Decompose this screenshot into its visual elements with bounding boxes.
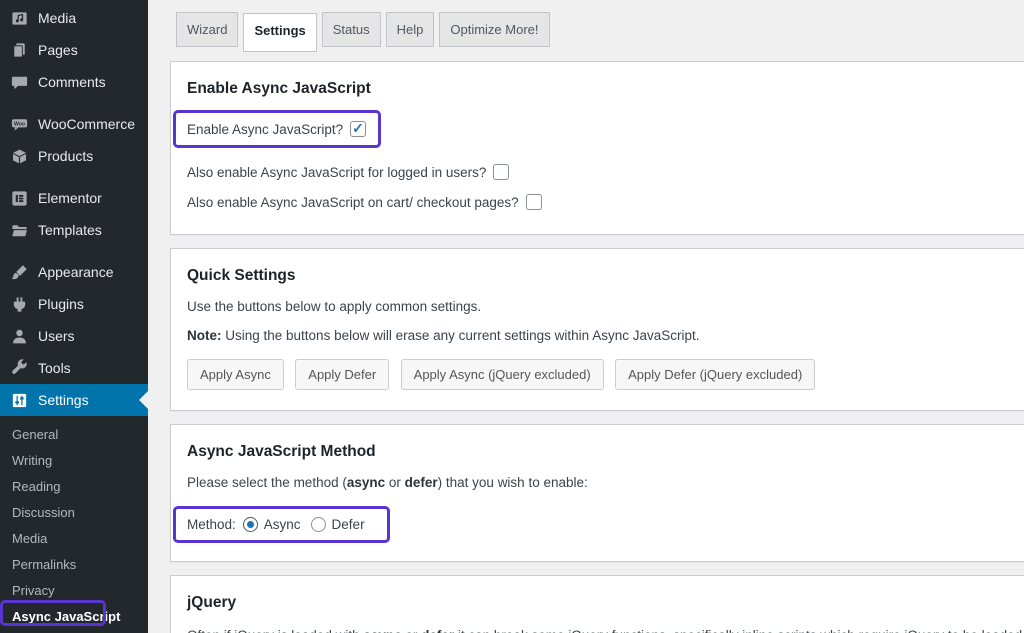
method-async-label: Async xyxy=(263,517,301,532)
apply-async-jquery-excluded-button[interactable]: Apply Async (jQuery excluded) xyxy=(400,359,604,390)
cart-checkout-row: Also enable Async JavaScript on cart/ ch… xyxy=(187,194,1024,210)
sidebar-item-label: Users xyxy=(38,328,75,344)
pages-icon xyxy=(9,40,29,60)
tools-wrench-icon xyxy=(9,358,29,378)
submenu-item-permalinks[interactable]: Permalinks xyxy=(0,551,148,577)
section-title: Enable Async JavaScript xyxy=(187,80,371,97)
tab-optimize-more[interactable]: Optimize More! xyxy=(439,12,550,47)
apply-defer-button[interactable]: Apply Defer xyxy=(295,359,390,390)
elementor-icon xyxy=(9,188,29,208)
submenu-item-reading[interactable]: Reading xyxy=(0,473,148,499)
section-title: Async JavaScript Method xyxy=(187,443,376,460)
annotation-box-enable: Enable Async JavaScript? xyxy=(173,110,382,148)
card-async-javascript-method: Async JavaScript Method Please select th… xyxy=(170,424,1024,562)
method-label: Method: xyxy=(187,517,236,532)
sidebar-item-label: Tools xyxy=(38,360,71,376)
sidebar-item-label: Pages xyxy=(38,42,78,58)
method-desc: Please select the method (async or defer… xyxy=(187,475,588,490)
submenu-item-label: General xyxy=(12,426,59,442)
submenu-item-general[interactable]: General xyxy=(0,421,148,447)
woocommerce-icon: Woo xyxy=(9,114,29,134)
sidebar-item-label: Products xyxy=(38,148,94,164)
sidebar-item-label: Settings xyxy=(38,392,89,408)
enable-async-checkbox[interactable] xyxy=(350,120,367,137)
sidebar-item-users[interactable]: Users xyxy=(0,320,148,352)
submenu-item-writing[interactable]: Writing xyxy=(0,447,148,473)
submenu-item-label: Async JavaScript xyxy=(12,608,121,624)
quick-settings-desc: Use the buttons below to apply common se… xyxy=(187,299,482,314)
sidebar-item-plugins[interactable]: Plugins xyxy=(0,288,148,320)
settings-sliders-icon xyxy=(9,390,29,410)
submenu-item-label: Media xyxy=(12,530,48,546)
card-enable-async-javascript: Enable Async JavaScript Enable Async Jav… xyxy=(170,61,1024,235)
main-content: Wizard Settings Status Help Optimize Mor… xyxy=(148,0,1024,633)
settings-submenu: General Writing Reading Discussion Media… xyxy=(0,416,148,629)
sidebar-item-pages[interactable]: Pages xyxy=(0,34,148,66)
sidebar-item-woocommerce[interactable]: Woo WooCommerce xyxy=(0,108,148,140)
plugins-plug-icon xyxy=(9,294,29,314)
admin-sidebar: Media Pages Comments Woo WooCommerce Pro… xyxy=(0,0,148,633)
method-defer-label: Defer xyxy=(331,517,365,532)
method-defer-radio[interactable] xyxy=(310,517,326,532)
comments-icon xyxy=(9,72,29,92)
submenu-item-label: Discussion xyxy=(12,504,75,520)
logged-in-users-label: Also enable Async JavaScript for logged … xyxy=(187,164,487,180)
card-jquery: jQuery Often if jQuery is loaded with as… xyxy=(170,575,1024,633)
submenu-item-label: Privacy xyxy=(12,582,55,598)
appearance-brush-icon xyxy=(9,262,29,282)
plugin-tab-bar: Wizard Settings Status Help Optimize Mor… xyxy=(176,12,1024,52)
sidebar-item-comments[interactable]: Comments xyxy=(0,66,148,98)
apply-defer-jquery-excluded-button[interactable]: Apply Defer (jQuery excluded) xyxy=(615,359,816,390)
sidebar-item-templates[interactable]: Templates xyxy=(0,214,148,246)
sidebar-item-label: Comments xyxy=(38,74,106,90)
logged-in-users-checkbox[interactable] xyxy=(493,164,510,180)
card-quick-settings: Quick Settings Use the buttons below to … xyxy=(170,248,1024,411)
users-person-icon xyxy=(9,326,29,346)
tab-help[interactable]: Help xyxy=(385,12,435,47)
jquery-text-line-1: Often if jQuery is loaded with async or … xyxy=(187,624,1024,633)
submenu-item-label: Writing xyxy=(12,452,53,468)
sidebar-item-label: WooCommerce xyxy=(38,116,135,132)
sidebar-item-elementor[interactable]: Elementor xyxy=(0,182,148,214)
sidebar-item-media[interactable]: Media xyxy=(0,2,148,34)
sidebar-item-products[interactable]: Products xyxy=(0,140,148,172)
sidebar-item-tools[interactable]: Tools xyxy=(0,352,148,384)
enable-async-label: Enable Async JavaScript? xyxy=(187,121,344,137)
submenu-item-async-javascript[interactable]: Async JavaScript xyxy=(0,600,148,629)
submenu-item-discussion[interactable]: Discussion xyxy=(0,499,148,525)
media-icon xyxy=(9,8,29,28)
sidebar-item-label: Media xyxy=(38,10,77,26)
jquery-paragraph: Often if jQuery is loaded with async or … xyxy=(187,624,1024,633)
section-title: jQuery xyxy=(187,594,237,611)
products-icon xyxy=(9,146,29,166)
tab-status[interactable]: Status xyxy=(321,12,381,47)
submenu-item-privacy[interactable]: Privacy xyxy=(0,577,148,603)
method-options: Async Defer xyxy=(242,517,375,532)
quick-settings-buttons: Apply Async Apply Defer Apply Async (jQu… xyxy=(187,359,1024,390)
cart-checkout-checkbox[interactable] xyxy=(525,194,542,210)
annotation-box-method: Method: Async Defer xyxy=(173,506,390,543)
quick-settings-note: Note: Using the buttons below will erase… xyxy=(187,328,700,343)
sidebar-item-label: Elementor xyxy=(38,190,102,206)
sidebar-item-appearance[interactable]: Appearance xyxy=(0,256,148,288)
submenu-item-label: Reading xyxy=(12,478,61,494)
templates-folder-icon xyxy=(9,220,29,240)
sidebar-item-label: Appearance xyxy=(38,264,114,280)
sidebar-item-label: Templates xyxy=(38,222,102,238)
submenu-item-label: Permalinks xyxy=(12,556,77,572)
svg-text:Woo: Woo xyxy=(13,121,24,127)
submenu-item-media[interactable]: Media xyxy=(0,525,148,551)
tab-wizard[interactable]: Wizard xyxy=(176,12,239,47)
apply-async-button[interactable]: Apply Async xyxy=(187,359,284,390)
method-async-radio[interactable] xyxy=(242,517,258,532)
admin-menu: Media Pages Comments Woo WooCommerce Pro… xyxy=(0,0,148,629)
sidebar-item-settings[interactable]: Settings xyxy=(0,384,148,416)
sidebar-item-label: Plugins xyxy=(38,296,84,312)
section-title: Quick Settings xyxy=(187,267,296,284)
cart-checkout-label: Also enable Async JavaScript on cart/ ch… xyxy=(187,194,519,210)
tab-settings[interactable]: Settings xyxy=(243,13,317,52)
logged-in-users-row: Also enable Async JavaScript for logged … xyxy=(187,164,1024,180)
